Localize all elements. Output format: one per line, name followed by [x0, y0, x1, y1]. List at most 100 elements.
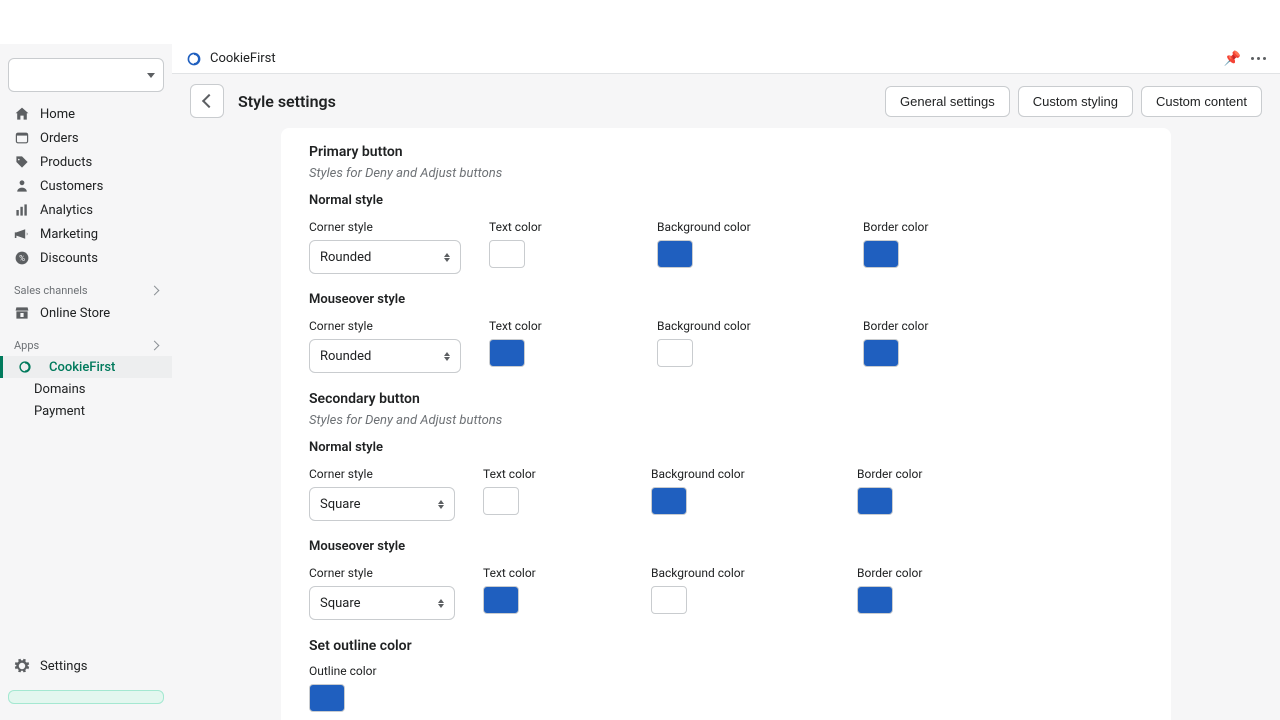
nav-analytics[interactable]: Analytics: [0, 198, 172, 222]
secondary-mouseover-corner-select[interactable]: Square: [309, 586, 455, 620]
nav-products[interactable]: Products: [0, 150, 172, 174]
arrow-left-icon: [201, 94, 215, 108]
secondary-normal-border-swatch[interactable]: [857, 487, 893, 515]
chevron-right-icon: [150, 286, 160, 296]
secondary-mouseover-bg-swatch[interactable]: [651, 586, 687, 614]
primary-normal-corner-select[interactable]: Rounded: [309, 240, 461, 274]
secondary-normal-title: Normal style: [309, 440, 1143, 455]
custom-styling-button[interactable]: Custom styling: [1018, 86, 1133, 117]
bg-color-label: Background color: [651, 467, 829, 481]
text-color-label: Text color: [489, 319, 629, 333]
corner-label: Corner style: [309, 220, 461, 234]
secondary-mouseover-border-swatch[interactable]: [857, 586, 893, 614]
products-icon: [14, 154, 30, 170]
nav-app-cookiefirst[interactable]: CookieFirst: [0, 356, 172, 378]
select-arrows-icon: [438, 599, 444, 608]
select-arrows-icon: [438, 500, 444, 509]
secondary-mouseover-title: Mouseover style: [309, 539, 1143, 554]
border-color-label: Border color: [857, 566, 997, 580]
nav-app-domains[interactable]: Domains: [0, 378, 172, 400]
nav-app-label: Payment: [34, 404, 85, 419]
primary-mouseover-border-swatch[interactable]: [863, 339, 899, 367]
nav-orders[interactable]: Orders: [0, 126, 172, 150]
analytics-icon: [14, 202, 30, 218]
secondary-normal-text-swatch[interactable]: [483, 487, 519, 515]
more-menu[interactable]: [1251, 57, 1266, 60]
primary-title: Primary button: [309, 144, 1143, 160]
general-settings-button[interactable]: General settings: [885, 86, 1010, 117]
text-color-label: Text color: [483, 566, 623, 580]
orders-icon: [14, 130, 30, 146]
nav-section-apps[interactable]: Apps: [0, 333, 172, 356]
primary-normal-title: Normal style: [309, 193, 1143, 208]
back-button[interactable]: [190, 84, 224, 118]
home-icon: [14, 106, 30, 122]
bg-color-label: Background color: [651, 566, 829, 580]
primary-mouseover-corner-select[interactable]: Rounded: [309, 339, 461, 373]
nav-section-label: Sales channels: [14, 284, 88, 297]
discounts-icon: %: [14, 250, 30, 266]
chevron-right-icon: [150, 341, 160, 351]
nav-label: Marketing: [40, 227, 98, 242]
corner-label: Corner style: [309, 319, 461, 333]
svg-text:%: %: [19, 254, 25, 263]
nav-online-store[interactable]: Online Store: [0, 301, 172, 325]
primary-normal-bg-swatch[interactable]: [657, 240, 693, 268]
primary-mouseover-title: Mouseover style: [309, 292, 1143, 307]
outline-title: Set outline color: [309, 638, 1143, 654]
nav-label: Home: [40, 107, 75, 122]
secondary-title: Secondary button: [309, 391, 1143, 407]
nav-settings[interactable]: Settings: [8, 652, 164, 680]
main: CookieFirst 📌 Style settings General set…: [172, 44, 1280, 720]
primary-desc: Styles for Deny and Adjust buttons: [309, 166, 1143, 181]
caret-down-icon: [147, 73, 155, 78]
bg-color-label: Background color: [657, 220, 835, 234]
select-arrows-icon: [444, 352, 450, 361]
sidebar-promo-card[interactable]: [8, 690, 164, 704]
primary-normal-border-swatch[interactable]: [863, 240, 899, 268]
text-color-label: Text color: [483, 467, 623, 481]
nav-label: Discounts: [40, 251, 98, 266]
primary-mouseover-text-swatch[interactable]: [489, 339, 525, 367]
sidebar: Home Orders Products Customers Analytics…: [0, 44, 172, 720]
page-title: Style settings: [238, 92, 336, 111]
select-value: Square: [320, 497, 361, 512]
select-value: Rounded: [320, 250, 371, 265]
secondary-normal-bg-swatch[interactable]: [651, 487, 687, 515]
nav-label: Analytics: [40, 203, 93, 218]
nav-marketing[interactable]: Marketing: [0, 222, 172, 246]
secondary-normal-corner-select[interactable]: Square: [309, 487, 455, 521]
corner-label: Corner style: [309, 467, 455, 481]
secondary-mouseover-text-swatch[interactable]: [483, 586, 519, 614]
corner-label: Corner style: [309, 566, 455, 580]
app-name: CookieFirst: [210, 51, 276, 66]
cookiefirst-logo-icon: [186, 51, 202, 67]
bg-color-label: Background color: [657, 319, 835, 333]
cookiefirst-icon: [17, 359, 33, 375]
outline-color-swatch[interactable]: [309, 684, 345, 712]
nav-section-sales[interactable]: Sales channels: [0, 278, 172, 301]
nav-label: Orders: [40, 131, 79, 146]
custom-content-button[interactable]: Custom content: [1141, 86, 1262, 117]
outline-label: Outline color: [309, 664, 1143, 678]
primary-mouseover-bg-swatch[interactable]: [657, 339, 693, 367]
nav-discounts[interactable]: % Discounts: [0, 246, 172, 270]
nav-home[interactable]: Home: [0, 102, 172, 126]
text-color-label: Text color: [489, 220, 629, 234]
customers-icon: [14, 178, 30, 194]
nav-app-label: Domains: [34, 382, 85, 397]
store-icon: [14, 305, 30, 321]
select-arrows-icon: [444, 253, 450, 262]
nav-customers[interactable]: Customers: [0, 174, 172, 198]
gear-icon: [14, 658, 30, 674]
nav-app-label: CookieFirst: [49, 360, 115, 375]
nav-app-payment[interactable]: Payment: [0, 400, 172, 422]
nav-label: Online Store: [40, 306, 110, 321]
pin-icon[interactable]: 📌: [1224, 51, 1241, 67]
primary-normal-text-swatch[interactable]: [489, 240, 525, 268]
store-switcher[interactable]: [8, 58, 164, 92]
nav-section-label: Apps: [14, 339, 39, 352]
style-card: Primary button Styles for Deny and Adjus…: [281, 128, 1171, 720]
nav-label: Customers: [40, 179, 103, 194]
marketing-icon: [14, 226, 30, 242]
